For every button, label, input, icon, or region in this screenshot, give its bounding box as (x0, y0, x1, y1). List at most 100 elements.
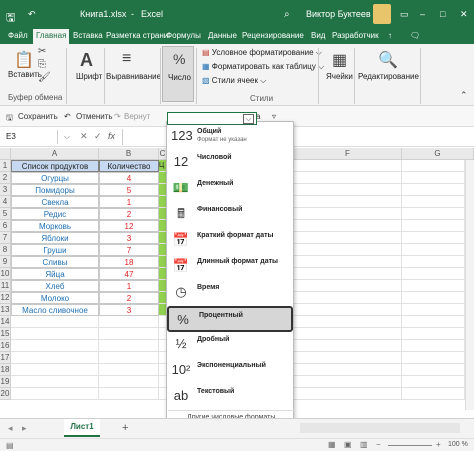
row-header[interactable]: 10 (0, 268, 11, 280)
row-header[interactable]: 5 (0, 208, 11, 220)
horizontal-scrollbar[interactable] (300, 423, 460, 433)
font-button[interactable]: Шрифт (76, 72, 102, 81)
page-layout-view-icon[interactable]: ▣ (344, 440, 352, 449)
cell-b4[interactable]: 1 (99, 196, 159, 208)
copy-icon[interactable]: ⎘ (38, 59, 46, 70)
row-header[interactable]: 13 (0, 304, 11, 316)
page-break-view-icon[interactable]: ▥ (360, 440, 368, 449)
cell-b1[interactable]: Количество (99, 160, 159, 172)
cell-f6[interactable] (294, 220, 402, 232)
cell-a16[interactable] (11, 340, 99, 352)
cell-a9[interactable]: Сливы (11, 256, 99, 268)
share-icon[interactable]: ↑ (388, 31, 392, 40)
cell-a12[interactable]: Молоко (11, 292, 99, 304)
avatar[interactable] (373, 4, 391, 24)
combo-dropdown-icon[interactable]: ⌵ (243, 114, 254, 124)
cell-b12[interactable]: 2 (99, 292, 159, 304)
number-format-option[interactable]: 📅 Краткий формат даты (167, 228, 293, 254)
cell-b3[interactable]: 5 (99, 184, 159, 196)
cell-g3[interactable] (402, 184, 465, 196)
cell-f7[interactable] (294, 232, 402, 244)
column-header-f[interactable]: F (294, 148, 402, 160)
maximize-icon[interactable]: □ (440, 9, 445, 19)
cell-g14[interactable] (402, 316, 465, 328)
cell-g16[interactable] (402, 340, 465, 352)
cell-g7[interactable] (402, 232, 465, 244)
cell-a6[interactable]: Морковь (11, 220, 99, 232)
cell-f11[interactable] (294, 280, 402, 292)
cell-g1[interactable] (402, 160, 465, 172)
format-painter-icon[interactable]: 🖌 (38, 72, 51, 83)
cell-a10[interactable]: Яйца (11, 268, 99, 280)
row-header[interactable]: 17 (0, 352, 11, 364)
cell-b7[interactable]: 3 (99, 232, 159, 244)
next-sheet-icon[interactable]: ▸ (22, 423, 27, 434)
cell-b15[interactable] (99, 328, 159, 340)
cell-g15[interactable] (402, 328, 465, 340)
cell-a19[interactable] (11, 376, 99, 388)
cell-a13[interactable]: Масло сливочное (11, 304, 99, 316)
cell-a4[interactable]: Свекла (11, 196, 99, 208)
number-format-option[interactable]: ab Текстовый (167, 384, 293, 410)
cell-b5[interactable]: 2 (99, 208, 159, 220)
tab-data[interactable]: Данные (208, 31, 237, 40)
cell-f1[interactable] (294, 160, 402, 172)
cell-b13[interactable]: 3 (99, 304, 159, 316)
name-box[interactable]: E3 (2, 130, 58, 144)
alignment-button[interactable]: Выравнивание (106, 72, 161, 81)
vertical-scrollbar[interactable] (465, 160, 474, 410)
cut-icon[interactable]: ✂ (38, 46, 46, 57)
cell-b2[interactable]: 4 (99, 172, 159, 184)
cell-f13[interactable] (294, 304, 402, 316)
number-group-button[interactable]: % Число (162, 46, 194, 102)
cell-b10[interactable]: 47 (99, 268, 159, 280)
paste-button[interactable]: Вставить (8, 70, 42, 79)
qat-undo-button[interactable]: Отменить (76, 112, 113, 121)
font-icon[interactable]: A (80, 50, 93, 71)
row-header[interactable]: 20 (0, 388, 11, 400)
cancel-icon[interactable]: ✕ (80, 131, 88, 142)
tab-insert[interactable]: Вставка (73, 31, 103, 40)
tab-view[interactable]: Вид (311, 31, 325, 40)
cell-styles-button[interactable]: ▧ Стили ячеек ⌵ (202, 76, 266, 86)
cell-f8[interactable] (294, 244, 402, 256)
zoom-slider[interactable] (388, 445, 432, 446)
cell-a11[interactable]: Хлеб (11, 280, 99, 292)
tab-developer[interactable]: Разработчик (332, 31, 379, 40)
cell-g11[interactable] (402, 280, 465, 292)
cell-a8[interactable]: Груши (11, 244, 99, 256)
column-header-a[interactable]: A (11, 148, 99, 160)
find-icon[interactable]: 🔍 (378, 50, 398, 70)
undo-icon[interactable]: ↶ (28, 9, 36, 20)
number-format-option[interactable]: 12 Числовой (167, 150, 293, 176)
number-format-option[interactable]: 💵 Денежный (167, 176, 293, 202)
cell-a20[interactable] (11, 388, 99, 400)
cell-g8[interactable] (402, 244, 465, 256)
cell-f12[interactable] (294, 292, 402, 304)
number-format-option[interactable]: 10² Экспоненциальный (167, 358, 293, 384)
cell-f20[interactable] (294, 388, 402, 400)
collapse-ribbon-icon[interactable]: ⌃ (460, 90, 468, 101)
cell-f5[interactable] (294, 208, 402, 220)
cell-b8[interactable]: 7 (99, 244, 159, 256)
minimize-icon[interactable]: – (420, 9, 425, 19)
zoom-out-icon[interactable]: − (376, 440, 381, 449)
tab-formulas[interactable]: Формулы (166, 31, 201, 40)
tab-review[interactable]: Рецензирование (242, 31, 304, 40)
column-header-g[interactable]: G (402, 148, 474, 160)
cell-a2[interactable]: Огурцы (11, 172, 99, 184)
format-as-table-button[interactable]: ▦ Форматировать как таблицу ⌵ (202, 62, 324, 72)
row-header[interactable]: 1 (0, 160, 11, 172)
cell-g10[interactable] (402, 268, 465, 280)
column-header-b[interactable]: B (99, 148, 159, 160)
cell-g12[interactable] (402, 292, 465, 304)
number-format-option-percent[interactable]: % Процентный (167, 306, 293, 332)
cell-g18[interactable] (402, 364, 465, 376)
row-header[interactable]: 6 (0, 220, 11, 232)
comments-icon[interactable]: 🗨 (410, 31, 420, 40)
cell-a15[interactable] (11, 328, 99, 340)
name-box-dropdown-icon[interactable]: ⌵ (64, 132, 70, 142)
enter-icon[interactable]: ✓ (94, 131, 102, 142)
row-header[interactable]: 8 (0, 244, 11, 256)
ribbon-display-icon[interactable]: ▭ (400, 9, 409, 20)
